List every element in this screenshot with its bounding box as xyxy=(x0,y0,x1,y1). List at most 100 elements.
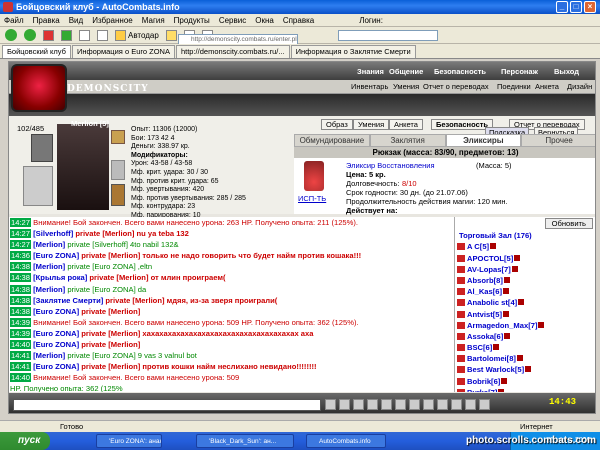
subnav-fights[interactable]: Поединки xyxy=(497,82,531,91)
tab-elixirs[interactable]: Эликсиры xyxy=(445,134,522,147)
chat-sender[interactable]: [Euro ZONA] xyxy=(33,362,79,371)
chat-timestamp[interactable]: 14:39 xyxy=(10,328,32,338)
chat-sender[interactable]: [Merlion] xyxy=(33,351,65,360)
task-euro-zona[interactable]: 'Euro ZONA': анализ ... xyxy=(96,434,162,448)
person-name[interactable]: Byrka[7] xyxy=(467,388,497,392)
autofill-button[interactable]: Автодар xyxy=(113,28,161,42)
chat-timestamp[interactable]: 14:27 xyxy=(10,218,32,227)
nav-chat[interactable]: Общение xyxy=(389,67,423,76)
person-name[interactable]: Anabolic st[4] xyxy=(467,298,517,307)
chat-timestamp[interactable]: 14:41 xyxy=(10,362,32,372)
filter-chat-button[interactable] xyxy=(353,399,364,410)
private-arrow-icon[interactable] xyxy=(457,288,465,296)
tab-demonscity[interactable]: http://demonscity.combats.ru/... xyxy=(175,45,290,58)
nav-exit[interactable]: Выход xyxy=(554,67,579,76)
character-name[interactable]: Merlion [5] xyxy=(71,119,109,128)
menu-windows[interactable]: Окна xyxy=(255,16,274,25)
image-button[interactable]: Образ xyxy=(321,119,353,130)
sound-button[interactable] xyxy=(395,399,406,410)
chat-timestamp[interactable]: 14:39 xyxy=(10,317,32,327)
private-arrow-icon[interactable] xyxy=(457,332,465,340)
info-icon[interactable] xyxy=(511,265,518,272)
login-input[interactable] xyxy=(338,30,438,41)
character-avatar[interactable] xyxy=(57,124,109,210)
info-icon[interactable] xyxy=(514,254,521,261)
nav-character[interactable]: Персонаж xyxy=(501,67,538,76)
chat-sender[interactable]: [Euro ZONA] xyxy=(33,307,79,316)
person-name[interactable]: Bartolomei[8] xyxy=(467,354,516,363)
chat-sender[interactable]: [Merlion] xyxy=(33,262,65,271)
nav-knowledge[interactable]: Знания xyxy=(357,67,384,76)
info-icon[interactable] xyxy=(538,321,545,328)
person-name[interactable]: Absorb[8] xyxy=(467,276,503,285)
person-name[interactable]: Assoka[6] xyxy=(467,332,503,341)
private-arrow-icon[interactable] xyxy=(457,321,465,329)
send-button[interactable] xyxy=(325,399,336,410)
chat-timestamp[interactable]: 14:41 xyxy=(10,351,32,361)
skills-button[interactable]: Умения xyxy=(353,119,390,130)
info-icon[interactable] xyxy=(493,344,500,351)
minimize-button[interactable]: _ xyxy=(556,1,568,13)
menu-edit[interactable]: Правка xyxy=(33,16,60,25)
private-arrow-icon[interactable] xyxy=(457,355,465,363)
weapon-icon[interactable] xyxy=(23,166,53,206)
chat-sender[interactable]: [Euro ZONA] xyxy=(33,329,79,338)
forward-button[interactable] xyxy=(22,28,38,42)
tab-fight-club[interactable]: Бойцовский клуб xyxy=(2,45,71,58)
person-name[interactable]: Armagedon_Max[7] xyxy=(467,321,537,330)
tab-other[interactable]: Прочее xyxy=(521,134,595,147)
chat-timestamp[interactable]: 14:38 xyxy=(10,295,32,305)
item-name[interactable]: Эликсир Восстановления xyxy=(346,161,435,170)
person-name[interactable]: APOCTOL[5] xyxy=(467,254,513,263)
info-icon[interactable] xyxy=(503,310,510,317)
chat-sender[interactable]: [Крылья рока] xyxy=(33,273,87,282)
chat-sender[interactable]: [Euro ZONA] xyxy=(33,251,79,260)
task-black-dark-sun[interactable]: 'Black_Dark_Sun': ан... xyxy=(196,434,294,448)
menu-view[interactable]: Вид xyxy=(69,16,83,25)
translit-button[interactable] xyxy=(381,399,392,410)
private-arrow-icon[interactable] xyxy=(457,344,465,352)
nav-security[interactable]: Безопасность xyxy=(434,67,486,76)
person-name[interactable]: Bobrik[6] xyxy=(467,377,500,386)
home-button[interactable] xyxy=(77,28,92,42)
menu-file[interactable]: Файл xyxy=(4,16,24,25)
private-arrow-icon[interactable] xyxy=(457,377,465,385)
clear-chat-button[interactable] xyxy=(367,399,378,410)
chat-size-button[interactable] xyxy=(465,399,476,410)
private-arrow-icon[interactable] xyxy=(457,299,465,307)
info-icon[interactable] xyxy=(501,377,508,384)
profile-button[interactable]: Анкета xyxy=(389,119,423,130)
sys-msg-button[interactable] xyxy=(409,399,420,410)
chat-timestamp[interactable]: 14:38 xyxy=(10,306,32,316)
start-button[interactable]: пуск xyxy=(0,432,50,450)
chat-sender[interactable]: [Merlion] xyxy=(33,285,65,294)
private-arrow-icon[interactable] xyxy=(457,310,465,318)
chat-timestamp[interactable]: 14:38 xyxy=(10,273,32,283)
use-link[interactable]: ИСП-ТЬ xyxy=(298,194,326,203)
security-button[interactable]: Безопасность xyxy=(431,119,494,130)
menu-help[interactable]: Справка xyxy=(283,16,314,25)
back-button[interactable] xyxy=(3,28,19,42)
chat-sender[interactable]: [Merlion] xyxy=(33,240,65,249)
close-button[interactable]: × xyxy=(584,1,596,13)
chat-scroll-button[interactable] xyxy=(451,399,462,410)
private-arrow-icon[interactable] xyxy=(457,366,465,374)
info-icon[interactable] xyxy=(518,299,525,306)
chat-timestamp[interactable]: 14:38 xyxy=(10,284,32,294)
modifiers-header[interactable]: Модификаторы: xyxy=(131,152,295,161)
tab-death-spell[interactable]: Информация о Заклятие Смерти xyxy=(290,45,416,58)
person-name[interactable]: AV-Lopas[7] xyxy=(467,265,511,274)
helmet-icon[interactable] xyxy=(31,134,53,162)
refresh-people-button[interactable]: Обновить xyxy=(544,218,593,229)
boots-icon[interactable] xyxy=(111,184,125,206)
subnav-profile[interactable]: Анкета xyxy=(535,82,559,91)
chat-sender[interactable]: [Заклятие Смерти] xyxy=(33,296,103,305)
person-name[interactable]: A C[5] xyxy=(467,242,489,251)
chat-timestamp[interactable]: 14:27 xyxy=(10,229,32,239)
chat-sender[interactable]: [Silverhoff] xyxy=(33,229,73,238)
private-arrow-icon[interactable] xyxy=(457,254,465,262)
filter-button[interactable] xyxy=(164,28,179,42)
chat-timestamp[interactable]: 14:38 xyxy=(10,262,32,272)
tab-euro-zona[interactable]: Информация о Euro ZONA xyxy=(71,45,175,58)
menu-products[interactable]: Продукты xyxy=(174,16,210,25)
